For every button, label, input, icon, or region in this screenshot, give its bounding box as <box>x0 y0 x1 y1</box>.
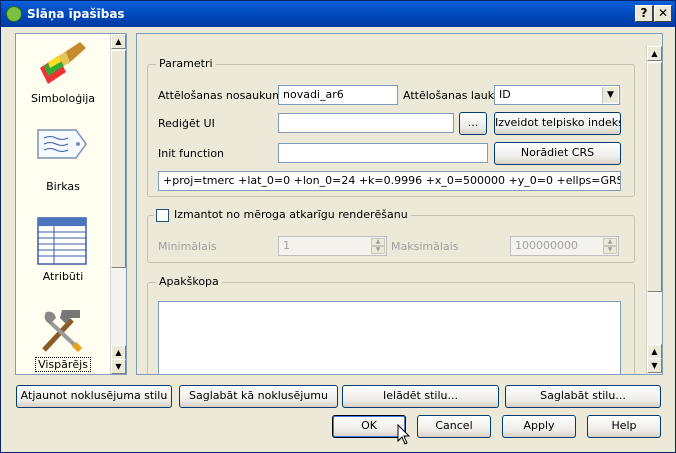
scroll-up-icon[interactable]: ▲ <box>111 34 126 49</box>
group-title: Parametri <box>156 57 216 70</box>
max-scale-spinbox[interactable]: 100000000 ▲ ▼ <box>510 236 619 256</box>
scroll-up-icon[interactable]: ▲ <box>647 344 662 359</box>
title-bar[interactable]: Slāņa īpašības ? ✕ <box>1 1 675 27</box>
min-scale-label: Minimālais <box>158 240 217 253</box>
scroll-down-icon[interactable]: ▼ <box>647 358 662 373</box>
spin-up-icon[interactable]: ▲ <box>603 238 617 246</box>
parameters-group: Parametri Attēlošanas nosaukums novadi_a… <box>147 57 635 197</box>
sidebar-item-label: Atribūti <box>42 270 84 283</box>
edit-ui-input[interactable] <box>278 113 454 133</box>
subset-group: Apakškopa <box>147 275 635 374</box>
cancel-button[interactable]: Cancel <box>417 415 491 438</box>
content-scrollbar[interactable]: ▲ ▲ ▼ <box>646 46 662 374</box>
qgis-icon <box>6 6 22 22</box>
group-title: Izmantot no mēroga atkarīgu renderēšanu <box>154 208 411 221</box>
display-name-label: Attēlošanas nosaukums <box>158 89 289 102</box>
load-style-button[interactable]: Ielādēt stilu... <box>342 385 499 408</box>
sidebar-item-labels[interactable]: Birkas <box>16 124 110 210</box>
scroll-thumb[interactable] <box>647 62 662 292</box>
restore-default-style-button[interactable]: Atjaunot noklusējuma stilu <box>16 385 172 408</box>
create-spatial-index-button[interactable]: Izveidot telpisko indeksu <box>494 112 621 135</box>
scroll-thumb[interactable] <box>111 50 126 268</box>
tag-label-icon <box>37 129 87 159</box>
min-scale-spinbox[interactable]: 1 ▲ ▼ <box>278 236 387 256</box>
save-as-default-button[interactable]: Saglabāt kā noklusējumu <box>179 385 338 408</box>
spin-down-icon[interactable]: ▼ <box>603 246 617 254</box>
scale-dependent-checkbox[interactable] <box>156 209 169 222</box>
layer-properties-dialog: Slāņa īpašības ? ✕ Simboloģija Birkas At… <box>0 0 676 453</box>
sidebar-item-symbology[interactable]: Simboloģija <box>16 36 110 122</box>
sidebar-item-label: Vispārējs <box>16 357 110 372</box>
apply-button[interactable]: Apply <box>502 415 576 438</box>
sidebar-scrollbar[interactable]: ▲ ▲ ▼ <box>110 34 126 374</box>
spin-up-icon[interactable]: ▲ <box>371 238 385 246</box>
sidebar-item-attributes[interactable]: Atribūti <box>16 214 110 300</box>
edit-ui-label: Rediģēt UI <box>158 117 215 130</box>
init-function-input[interactable] <box>278 143 488 163</box>
init-function-label: Init function <box>158 147 225 160</box>
save-style-button[interactable]: Saglabāt stilu... <box>505 385 661 408</box>
mouse-pointer-icon <box>397 424 411 445</box>
sidebar-item-label: Simboloģija <box>30 92 96 105</box>
scroll-down-icon[interactable]: ▼ <box>111 359 126 374</box>
chevron-down-icon[interactable]: ▼ <box>602 87 618 103</box>
browse-button[interactable]: ... <box>459 112 487 135</box>
specify-crs-button[interactable]: Norādiet CRS <box>494 142 621 165</box>
crs-field[interactable]: +proj=tmerc +lat_0=0 +lon_0=24 +k=0.9996… <box>158 171 621 191</box>
sidebar-item-general[interactable]: Vispārējs <box>16 302 110 388</box>
attribute-table-icon <box>37 217 87 265</box>
sidebar: Simboloģija Birkas Atribūti Vispārējs ▲ … <box>15 33 127 375</box>
subset-textarea[interactable] <box>158 301 621 374</box>
scale-dependent-group: Izmantot no mēroga atkarīgu renderēšanu … <box>147 208 635 263</box>
help-button[interactable]: Help <box>587 415 661 438</box>
max-scale-label: Maksimālais <box>391 240 459 253</box>
spin-down-icon[interactable]: ▼ <box>371 246 385 254</box>
paintbrush-icon <box>40 42 86 84</box>
close-button[interactable]: ✕ <box>654 5 672 22</box>
display-field-label: Attēlošanas lauks <box>403 89 500 102</box>
window-title: Slāņa īpašības <box>27 7 125 21</box>
display-name-input[interactable]: novadi_ar6 <box>278 85 398 105</box>
scroll-up-icon[interactable]: ▲ <box>111 345 126 360</box>
help-context-button[interactable]: ? <box>635 5 653 22</box>
tools-icon <box>42 310 83 353</box>
general-page: Parametri Attēlošanas nosaukums novadi_a… <box>136 33 663 375</box>
scroll-up-icon[interactable]: ▲ <box>647 46 662 61</box>
group-title: Apakškopa <box>156 275 222 288</box>
sidebar-item-label: Birkas <box>46 180 80 193</box>
display-field-select[interactable]: ID ▼ <box>494 85 620 105</box>
ok-button[interactable]: OK <box>332 415 406 438</box>
